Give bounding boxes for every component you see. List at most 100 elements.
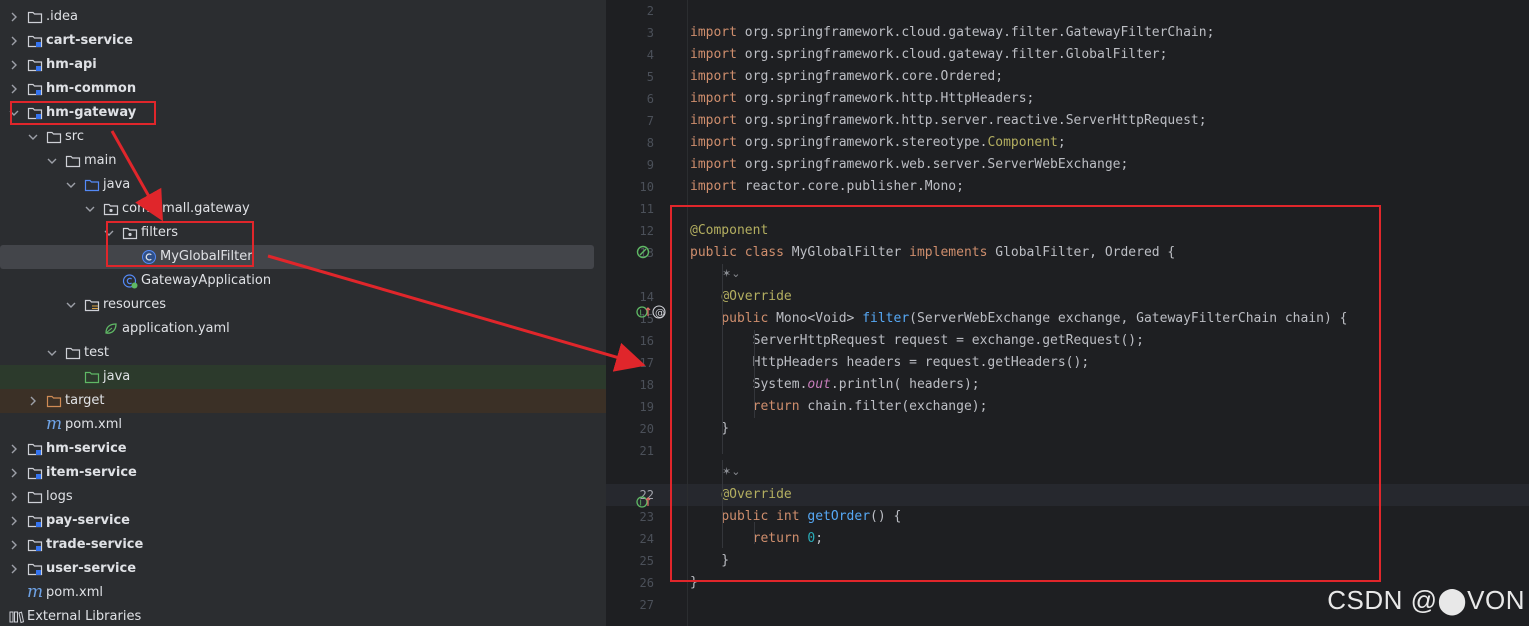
tree-item-main[interactable]: main [0, 149, 606, 173]
tree-item-hm-service[interactable]: hm-service [0, 437, 606, 461]
code-line[interactable]: import org.springframework.web.server.Se… [690, 154, 1128, 176]
chevron-down-icon[interactable] [8, 101, 20, 125]
tree-item-cart-service[interactable]: cart-service [0, 29, 606, 53]
tree-item-gatewayapplication[interactable]: GatewayApplication [0, 269, 606, 293]
tree-item-target[interactable]: target [0, 389, 606, 413]
code-line[interactable]: import reactor.core.publisher.Mono; [690, 176, 964, 198]
tree-item-trade-service[interactable]: trade-service [0, 533, 606, 557]
code-line[interactable]: @Override [690, 484, 791, 506]
code-token: implements [909, 245, 996, 260]
tree-item-src[interactable]: src [0, 125, 606, 149]
code-line[interactable]: import org.springframework.cloud.gateway… [690, 22, 1214, 44]
chevron-right-icon[interactable] [8, 485, 20, 509]
tree-item-java[interactable]: java [0, 173, 606, 197]
chevron-right-icon[interactable] [8, 557, 20, 581]
code-line[interactable]: } [690, 550, 729, 572]
svg-text:I: I [640, 309, 642, 318]
tree-item-hm-common[interactable]: hm-common [0, 77, 606, 101]
code-token: org.springframework.core.Ordered; [744, 69, 1004, 84]
module-folder-icon [27, 57, 43, 73]
chevron-right-icon[interactable] [8, 533, 20, 557]
tree-item-pom-xml[interactable]: m pom.xml [0, 413, 606, 437]
code-token: org.springframework.web.server.ServerWeb… [744, 157, 1129, 172]
line-number: 17 [639, 356, 654, 370]
tree-item-label: pom.xml [65, 417, 122, 432]
annotation-icon[interactable]: @ [652, 304, 666, 323]
chevron-down-icon[interactable] [84, 197, 96, 221]
folder-icon [46, 129, 62, 145]
tree-item-logs[interactable]: logs [0, 485, 606, 509]
inlay-hint-icon[interactable]: ✶⌄ [722, 267, 740, 280]
chevron-right-icon[interactable] [8, 29, 20, 53]
chevron-right-icon[interactable] [8, 53, 20, 77]
tree-item-filters[interactable]: filters [0, 221, 606, 245]
chevron-down-icon[interactable] [46, 149, 58, 173]
code-line[interactable]: return 0; [690, 528, 823, 550]
code-line[interactable]: ServerHttpRequest request = exchange.get… [690, 330, 1144, 352]
code-token: public class [690, 245, 792, 260]
chevron-right-icon[interactable] [8, 437, 20, 461]
code-line[interactable]: import org.springframework.http.HttpHead… [690, 88, 1034, 110]
tree-item-user-service[interactable]: user-service [0, 557, 606, 581]
code-editor[interactable]: 2 3 4 5 6 7 8 9 10 11 12 13 14 15 16 17 18 19 20 21 22 23 24 25… [606, 0, 1529, 626]
implements-method-icon[interactable]: I [636, 494, 652, 513]
chevron-down-icon[interactable] [65, 293, 77, 317]
code-line[interactable]: @Component [690, 220, 768, 242]
code-line[interactable]: } [690, 572, 698, 594]
code-token: ; [815, 531, 824, 546]
line-number: 7 [646, 114, 654, 128]
tree-item-test[interactable]: test [0, 341, 606, 365]
spring-bean-icon[interactable] [636, 244, 650, 263]
implements-method-icon[interactable]: I [636, 304, 652, 323]
chevron-down-icon[interactable] [46, 341, 58, 365]
inlay-hint-icon[interactable]: ✶⌄ [722, 465, 740, 478]
tree-item-hm-gateway[interactable]: hm-gateway [0, 101, 606, 125]
module-folder-icon [27, 513, 43, 529]
code-token: import [690, 157, 745, 172]
maven-icon: m [46, 414, 63, 434]
tree-item-label: .idea [46, 9, 78, 24]
chevron-right-icon[interactable] [8, 5, 20, 29]
tree-item-label: hm-gateway [46, 105, 137, 120]
code-line[interactable]: } [690, 418, 729, 440]
chevron-right-icon[interactable] [8, 461, 20, 485]
tree-item-idea[interactable]: .idea [0, 5, 606, 29]
tree-item-pom-xml[interactable]: m pom.xml [0, 581, 606, 605]
line-number: 12 [639, 224, 654, 238]
tree-item-java[interactable]: java [0, 365, 606, 389]
chevron-down-icon[interactable] [27, 125, 39, 149]
line-number: 18 [639, 378, 654, 392]
tree-item-label: hm-common [46, 81, 137, 96]
chevron-down-icon[interactable] [103, 221, 115, 245]
code-token: .println( headers); [830, 377, 980, 392]
code-line[interactable]: HttpHeaders headers = request.getHeaders… [690, 352, 1090, 374]
code-line[interactable]: public Mono<Void> filter(ServerWebExchan… [690, 308, 1347, 330]
tree-item-application-yaml[interactable]: application.yaml [0, 317, 606, 341]
tree-item-label: pom.xml [46, 585, 103, 600]
code-line[interactable]: public class MyGlobalFilter implements G… [690, 242, 1175, 264]
project-tree-panel: .idea cart-service hm-api hm-common hm-gatew… [0, 0, 606, 626]
tree-item-myglobalfilter[interactable]: MyGlobalFilter [0, 245, 594, 269]
chevron-right-icon[interactable] [8, 509, 20, 533]
chevron-right-icon[interactable] [8, 77, 20, 101]
tree-item-hm-api[interactable]: hm-api [0, 53, 606, 77]
line-number: 20 [639, 422, 654, 436]
tree-item-resources[interactable]: resources [0, 293, 606, 317]
tree-item-com-hmall-gateway[interactable]: com.hmall.gateway [0, 197, 606, 221]
tree-item-label: pay-service [46, 513, 130, 528]
tree-item-pay-service[interactable]: pay-service [0, 509, 606, 533]
code-line[interactable]: import org.springframework.http.server.r… [690, 110, 1207, 132]
code-token: } [690, 575, 698, 590]
tree-item-label: logs [46, 489, 73, 504]
tree-item-item-service[interactable]: item-service [0, 461, 606, 485]
code-line[interactable]: return chain.filter(exchange); [690, 396, 988, 418]
code-line[interactable]: import org.springframework.stereotype.Co… [690, 132, 1066, 154]
code-line[interactable]: @Override [690, 286, 791, 308]
code-line[interactable]: System.out.println( headers); [690, 374, 980, 396]
tree-item-external-libraries[interactable]: External Libraries [0, 605, 606, 626]
chevron-right-icon[interactable] [27, 389, 39, 413]
chevron-down-icon[interactable] [65, 173, 77, 197]
code-line[interactable]: import org.springframework.core.Ordered; [690, 66, 1003, 88]
code-line[interactable]: import org.springframework.cloud.gateway… [690, 44, 1167, 66]
